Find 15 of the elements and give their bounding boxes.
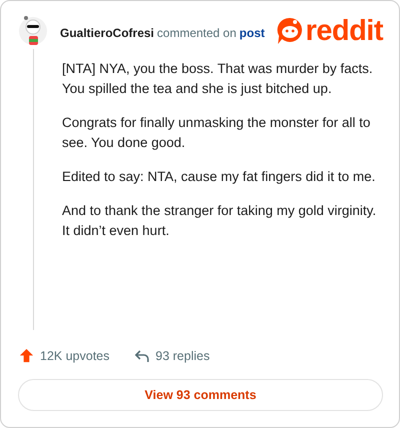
post-link[interactable]: post	[239, 26, 265, 40]
comment-paragraph: Edited to say: NTA, cause my fat fingers did it to me.	[62, 168, 376, 186]
avatar-icon	[18, 15, 48, 47]
comment-paragraph: [NTA] NYA, you the boss. That was murder by facts. You spilled the tea and she is just bitched up.	[62, 60, 374, 98]
mascot-logo-icon	[277, 17, 304, 45]
reply-icon	[134, 348, 150, 362]
upvote-count: 12K upvotes	[40, 348, 110, 362]
view-comments-button[interactable]: View 93 comments	[18, 379, 383, 411]
comment-paragraph: And to thank the stranger for taking my gold virginity. It didn’t even hurt.	[62, 202, 378, 240]
username[interactable]: GualtieroCofresi	[60, 26, 154, 40]
action-text: commented on	[157, 26, 236, 40]
upvote-icon	[19, 348, 34, 363]
comment-paragraph: Congrats for finally unmasking the monster for all to see. You done good.	[62, 114, 372, 152]
brand-logo: reddit	[305, 16, 383, 46]
reply-count: 93 replies	[156, 348, 210, 362]
